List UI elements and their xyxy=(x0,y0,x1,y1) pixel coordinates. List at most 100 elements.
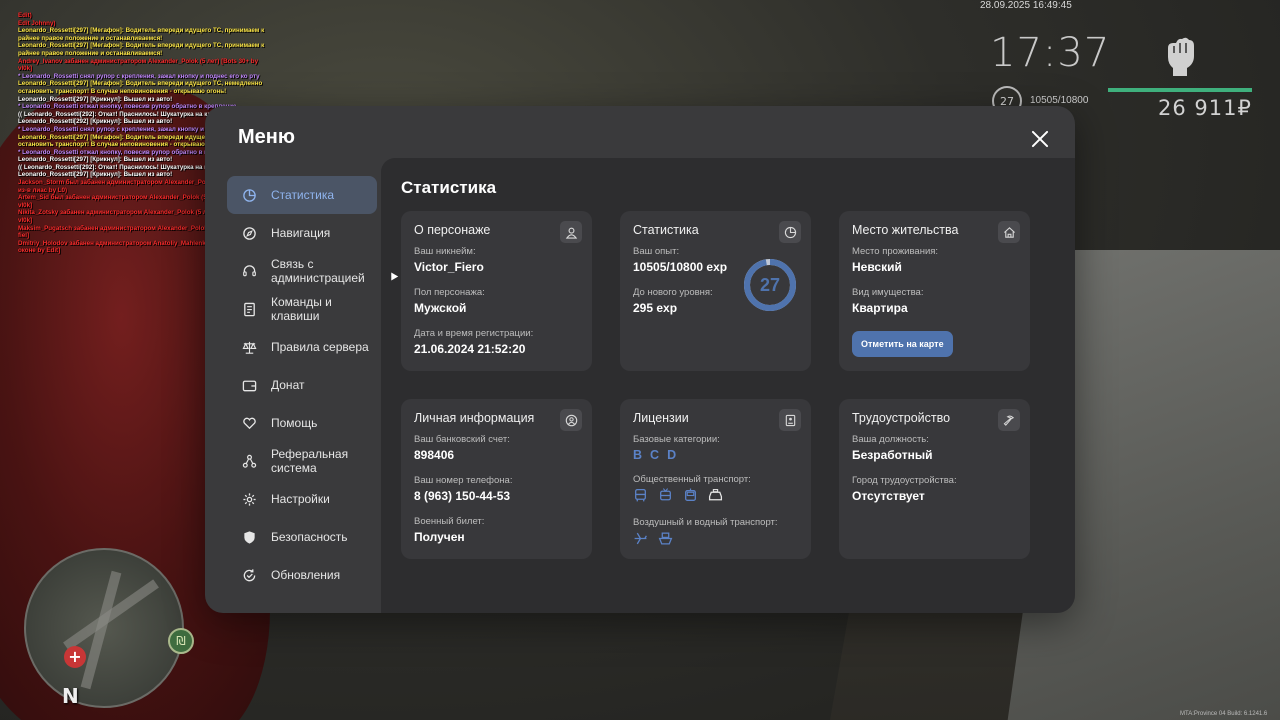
position-value: Безработный xyxy=(852,448,933,462)
pie-chart-icon xyxy=(779,221,801,243)
sidebar-item-label: Связь с администрацией xyxy=(271,257,365,285)
license-category: C xyxy=(650,448,660,462)
chat-line: Leonardo_Rossetti[297] [Мегафон]: Водите… xyxy=(18,80,263,95)
compass-icon xyxy=(241,225,257,241)
card-title: Статистика xyxy=(633,223,699,237)
sidebar-item-2[interactable]: Связь с администрацией xyxy=(227,252,377,290)
airplane-icon xyxy=(634,532,647,545)
heart-hand-icon xyxy=(241,415,257,431)
chat-line: Leonardo_Rossetti[297] [Крикнул]: Вышел … xyxy=(18,95,173,103)
level-number: 27 xyxy=(759,274,781,295)
bus-icon xyxy=(635,488,646,502)
id-card-icon xyxy=(779,409,801,431)
military-value: Получен xyxy=(414,530,465,544)
shield-icon xyxy=(241,529,257,545)
north-indicator: N xyxy=(62,684,79,708)
license-category: D xyxy=(667,448,677,462)
card-title: Трудоустройство xyxy=(852,411,951,425)
sidebar-item-label: Навигация xyxy=(271,226,331,240)
card-title: Место жительства xyxy=(852,223,959,237)
pie-chart-icon xyxy=(241,187,257,203)
taxi-icon xyxy=(708,489,723,501)
sidebar-item-label: Настройки xyxy=(271,492,330,506)
public-transport-label: Общественный транспорт: xyxy=(633,474,751,485)
persona-card: О персонаже Ваш никнейм: Victor_Fiero По… xyxy=(401,211,592,371)
chat-line: Leonardo_Rossetti[297] [Мегафон]: Водите… xyxy=(18,42,265,57)
air-water-label: Воздушный и водный транспорт: xyxy=(633,517,778,528)
content-title: Статистика xyxy=(401,178,497,197)
sidebar-item-7[interactable]: Реферальная система xyxy=(227,442,377,480)
hud-clock: 17:37 xyxy=(990,30,1111,76)
job-city-value: Отсутствует xyxy=(852,489,925,503)
position-label: Ваша должность: xyxy=(852,434,929,445)
employment-card: Трудоустройство Ваша должность: Безработ… xyxy=(839,399,1030,559)
property-label: Вид имущества: xyxy=(852,287,924,298)
residence-value: Невский xyxy=(852,260,902,274)
sidebar-item-8[interactable]: Настройки xyxy=(227,480,377,518)
tram-icon xyxy=(685,488,696,501)
menu-window: Меню Статистика Навигация Связь с админист… xyxy=(205,106,1075,613)
license-categories: B C D xyxy=(633,448,798,462)
ship-icon xyxy=(658,532,673,545)
sidebar-item-3[interactable]: Команды и клавиши xyxy=(227,290,377,328)
sidebar-item-5[interactable]: Донат xyxy=(227,366,377,404)
statistics-card: Статистика Ваш опыт: 10505/10800 exp До … xyxy=(620,211,811,371)
gear-icon xyxy=(241,491,257,507)
sidebar-item-4[interactable]: Правила сервера xyxy=(227,328,377,366)
residence-label: Место проживания: xyxy=(852,246,939,257)
sidebar-item-label: Помощь xyxy=(271,416,318,430)
menu-sidebar: Статистика Навигация Связь с администрацие… xyxy=(227,176,377,594)
sidebar-item-9[interactable]: Безопасность xyxy=(227,518,377,556)
hud-money: 26 911₽ xyxy=(1158,96,1252,120)
sidebar-item-1[interactable]: Навигация xyxy=(227,214,377,252)
build-version: MTA:Province 04 Build: 6.1241.6 xyxy=(1180,711,1268,717)
registration-value: 21.06.2024 21:52:20 xyxy=(414,342,526,356)
licenses-card: Лицензии Базовые категории: B C D Общест… xyxy=(620,399,811,559)
network-icon xyxy=(241,453,257,469)
scales-icon xyxy=(241,339,257,355)
menu-title: Меню xyxy=(238,126,295,148)
card-title: Личная информация xyxy=(414,411,535,425)
exp-label: Ваш опыт: xyxy=(633,246,680,257)
nickname-label: Ваш никнейм: xyxy=(414,246,476,257)
wallet-icon xyxy=(241,377,257,393)
phone-value: 8 (963) 150-44-53 xyxy=(414,489,511,503)
hospital-map-icon: + xyxy=(64,646,86,668)
registration-label: Дата и время регистрации: xyxy=(414,328,534,339)
close-icon[interactable] xyxy=(1029,128,1051,150)
sidebar-item-6[interactable]: Помощь xyxy=(227,404,377,442)
refresh-check-icon xyxy=(241,567,257,583)
property-value: Квартира xyxy=(852,301,908,315)
gender-label: Пол персонажа: xyxy=(414,287,485,298)
trolleybus-icon xyxy=(660,488,671,501)
bank-label: Ваш банковский счет: xyxy=(414,434,510,445)
job-city-label: Город трудоустройства: xyxy=(852,475,957,486)
bank-map-icon: ₪ xyxy=(168,628,194,654)
mark-on-map-button[interactable]: Отметить на карте xyxy=(852,331,953,357)
personal-info-card: Личная информация Ваш банковский счет: 8… xyxy=(401,399,592,559)
sidebar-item-label: Безопасность xyxy=(271,530,348,544)
license-category: B xyxy=(633,448,643,462)
fist-weapon-icon xyxy=(1162,34,1198,76)
sidebar-item-label: Команды и клавиши xyxy=(271,295,332,323)
phone-label: Ваш номер телефона: xyxy=(414,475,513,486)
sidebar-item-10[interactable]: Обновления xyxy=(227,556,377,594)
document-icon xyxy=(241,301,257,317)
user-icon xyxy=(560,221,582,243)
headset-icon xyxy=(241,263,257,279)
base-categories-label: Базовые категории: xyxy=(633,434,720,445)
chat-line: Edit) xyxy=(18,12,32,19)
sidebar-item-label: Правила сервера xyxy=(271,340,369,354)
sidebar-item-label: Реферальная система xyxy=(271,447,349,475)
card-title: Лицензии xyxy=(633,411,689,425)
home-icon xyxy=(998,221,1020,243)
nickname-value: Victor_Fiero xyxy=(414,260,484,274)
user-circle-icon xyxy=(560,409,582,431)
residence-card: Место жительства Место проживания: Невск… xyxy=(839,211,1030,371)
chat-line: Andrey_Ivanov забанен администратором Al… xyxy=(18,57,259,73)
sidebar-item-0[interactable]: Статистика xyxy=(227,176,377,214)
minimap xyxy=(24,548,184,708)
sidebar-item-label: Обновления xyxy=(271,568,341,582)
sidebar-item-label: Статистика xyxy=(271,188,335,202)
sidebar-item-label: Донат xyxy=(271,378,305,392)
